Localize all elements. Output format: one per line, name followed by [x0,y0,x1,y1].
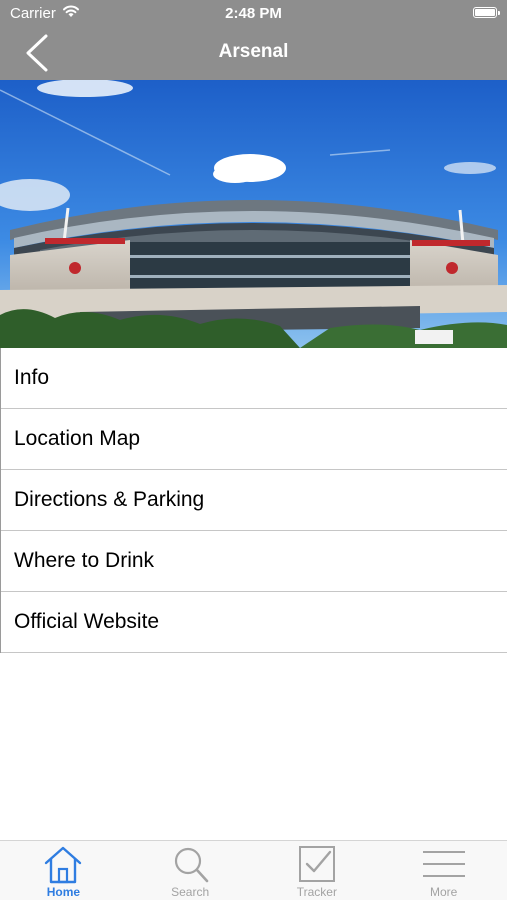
menu-item-label: Official Website [14,610,160,633]
stadium-illustration [0,80,507,348]
menu-item-official-website[interactable]: Official Website [1,592,507,653]
tab-home[interactable]: Home [0,841,127,900]
menu-item-label: Info [14,366,50,389]
tab-label: Tracker [296,885,337,899]
tab-tracker[interactable]: Tracker [254,841,381,900]
menu-item-label: Where to Drink [14,549,155,572]
menu-list: Info Location Map Directions & Parking W… [0,348,507,653]
menu-item-label: Directions & Parking [14,488,205,511]
menu-item-info[interactable]: Info [1,348,507,409]
checkbox-icon [298,846,335,882]
home-icon [45,846,82,884]
menu-icon [422,851,465,877]
page-title: Arsenal [218,41,289,62]
tab-label: Search [171,885,210,899]
status-bar: Carrier 2:48 PM [0,0,507,28]
tab-label: Home [46,885,81,899]
menu-item-directions-parking[interactable]: Directions & Parking [1,470,507,531]
stadium-photo [0,80,507,348]
tab-more[interactable]: More [380,841,507,900]
menu-item-where-to-drink[interactable]: Where to Drink [1,531,507,592]
navigation-bar: Arsenal [0,28,507,80]
tab-label: More [429,885,458,899]
tab-bar: Home Search Tracker More [0,840,507,900]
header: Carrier 2:48 PM Arsenal [0,0,507,80]
clock: 2:48 PM [225,5,282,22]
menu-item-label: Location Map [14,427,141,450]
battery-icon [473,7,500,18]
search-icon [175,847,209,883]
menu-item-location-map[interactable]: Location Map [1,409,507,470]
tab-search[interactable]: Search [127,841,254,900]
